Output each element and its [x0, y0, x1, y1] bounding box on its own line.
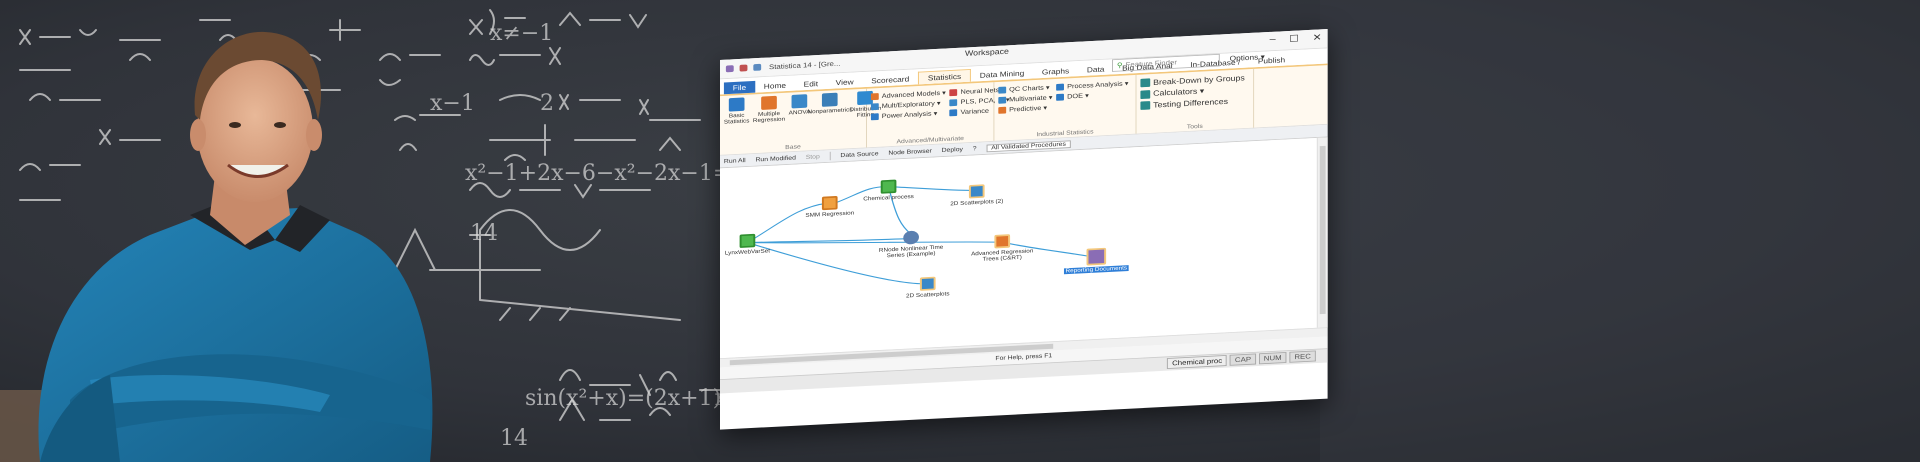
svg-text:14: 14 — [470, 221, 498, 246]
multiple-regression-icon — [761, 95, 777, 110]
nonparametrics-icon — [822, 92, 838, 107]
node-2d-scatterplots[interactable]: 2D Scatterplots — [889, 275, 967, 300]
close-icon[interactable]: ✕ — [1313, 32, 1322, 44]
workflow-canvas[interactable]: LynxWebVarSet SMM Regression Chemical pr… — [720, 137, 1328, 359]
nonparametrics-button[interactable]: Nonparametrics — [808, 92, 853, 140]
node-chemical-process[interactable]: Chemical process — [849, 178, 927, 203]
tree-node-icon — [994, 234, 1011, 249]
process-analysis-button[interactable]: Process Analysis ▾ — [1056, 79, 1128, 91]
search-icon: ⚲ — [1116, 61, 1123, 70]
report-node-icon — [1086, 247, 1107, 266]
window-title: Workspace — [965, 46, 1009, 58]
feature-finder-placeholder: Feature Finder — [1125, 58, 1178, 69]
node-rnode[interactable]: RNode Nonlinear Time Series (Example) — [872, 229, 950, 261]
vertical-scrollbar[interactable] — [1316, 137, 1328, 328]
tab-view[interactable]: View — [827, 75, 863, 89]
svg-text:x≠−1: x≠−1 — [490, 21, 553, 46]
power-analysis-button[interactable]: Power Analysis ▾ — [870, 109, 946, 120]
multiple-regression-button[interactable]: Multiple Regression — [753, 95, 785, 143]
data-node-icon — [739, 233, 756, 248]
node-reporting-documents[interactable]: Reporting Documents — [1057, 246, 1135, 275]
graph-node-icon — [968, 184, 985, 199]
tab-graphs[interactable]: Graphs — [1033, 64, 1078, 78]
multivariate-icon — [998, 96, 1007, 104]
mult-exploratory-icon — [870, 102, 879, 110]
hero-banner: x²−1+2x−6−x²−2x−1=0 x²−1+2x−6−x²−2x−1=0 … — [0, 0, 1920, 462]
node-cart[interactable]: Advanced Regression Trees (C&RT) — [963, 233, 1041, 265]
advanced-models-icon — [870, 92, 879, 100]
app-icon — [725, 65, 734, 73]
svg-text:14: 14 — [500, 426, 528, 451]
ribbon-group-base: Basic Statistics Multiple Regression ANO… — [720, 88, 881, 155]
run-all-button[interactable]: Run All — [724, 157, 746, 164]
variance-icon — [949, 108, 958, 116]
anova-icon — [791, 94, 808, 109]
status-num: NUM — [1258, 351, 1287, 365]
anova-button[interactable]: ANOVA — [789, 94, 810, 141]
graph-node-icon — [919, 276, 936, 291]
maximize-icon[interactable]: ☐ — [1289, 33, 1299, 45]
doe-button[interactable]: DOE ▾ — [1056, 90, 1128, 101]
run-modified-button[interactable]: Run Modified — [755, 155, 795, 163]
stop-button[interactable]: Stop — [806, 154, 820, 161]
window-controls: – ☐ ✕ — [1270, 32, 1322, 46]
calculator-icon — [1140, 89, 1151, 99]
qc-charts-icon — [998, 86, 1007, 94]
basic-statistics-button[interactable]: Basic Statistics — [724, 97, 749, 145]
tab-data[interactable]: Data — [1078, 63, 1113, 77]
basic-statistics-icon — [728, 97, 745, 112]
scrollbar-thumb[interactable] — [1319, 145, 1326, 315]
ribbon-group-industrial: QC Charts ▾ Multivariate ▾ Predictive ▾ … — [994, 74, 1137, 141]
status-cap: CAP — [1230, 353, 1256, 366]
minimize-icon[interactable]: – — [1270, 34, 1276, 45]
tab-file[interactable]: File — [723, 80, 755, 95]
help-button[interactable]: ? — [973, 146, 977, 152]
options-menu[interactable]: Options ▾ — [1230, 52, 1265, 63]
predictive-button[interactable]: Predictive ▾ — [998, 104, 1052, 114]
tab-home[interactable]: Home — [755, 79, 795, 93]
status-document: Chemical proc — [1167, 355, 1228, 369]
svg-text:x²−1+2x−6−x²−2x−1=0: x²−1+2x−6−x²−2x−1=0 — [465, 161, 745, 186]
procedures-dropdown[interactable]: All Validated Procedures — [986, 139, 1071, 152]
power-analysis-icon — [870, 112, 879, 120]
undo-icon[interactable] — [753, 63, 762, 71]
regression-node-icon — [821, 195, 838, 211]
deploy-button[interactable]: Deploy — [942, 146, 963, 153]
break-down-icon — [1140, 78, 1151, 88]
neural-nets-icon — [949, 88, 958, 96]
process-analysis-icon — [1056, 83, 1065, 91]
doe-icon — [1056, 93, 1065, 101]
node-lynx[interactable]: LynxWebVarSet — [708, 232, 786, 257]
testing-differences-icon — [1140, 101, 1151, 110]
testing-differences-button[interactable]: Testing Differences — [1140, 96, 1244, 110]
toolbar-divider — [829, 151, 831, 161]
ribbon-group-advanced: Advanced Models ▾ Mult/Exploratory ▾ Pow… — [867, 82, 1010, 148]
node-2d-scatterplots-2[interactable]: 2D Scatterplots (2) — [938, 183, 1016, 208]
node-browser-button[interactable]: Node Browser — [888, 148, 931, 156]
svg-text:2: 2 — [540, 91, 554, 116]
multivariate-button[interactable]: Multivariate ▾ — [998, 93, 1052, 104]
data-node-icon — [880, 179, 897, 194]
qc-charts-button[interactable]: QC Charts ▾ — [998, 83, 1052, 94]
status-rec: REC — [1289, 350, 1316, 363]
data-source-button[interactable]: Data Source — [840, 151, 878, 159]
document-title: Statistica 14 - [Gre... — [769, 59, 841, 71]
r-node-icon — [903, 230, 919, 245]
predictive-icon — [998, 106, 1007, 114]
quick-access-toolbar[interactable] — [720, 63, 762, 73]
tab-statistics[interactable]: Statistics — [918, 69, 971, 85]
pls-pca-icon — [949, 98, 958, 106]
ribbon-group-tools: Break-Down by Groups Calculators ▾ Testi… — [1136, 68, 1255, 134]
tab-edit[interactable]: Edit — [795, 77, 827, 90]
app-window: Statistica 14 - [Gre... Workspace – ☐ ✕ … — [720, 29, 1328, 430]
save-icon[interactable] — [739, 64, 748, 72]
svg-text:x−1: x−1 — [430, 91, 475, 116]
